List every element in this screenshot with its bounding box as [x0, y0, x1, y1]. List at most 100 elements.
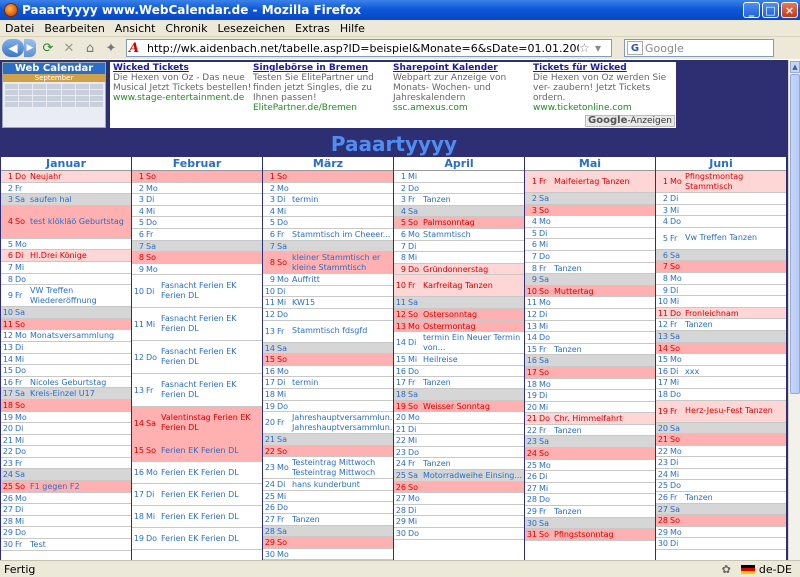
day-row[interactable]: 21 Do Chr. Himmelfahrt — [525, 413, 655, 425]
day-row[interactable]: 9 Fr VW Treffen Wiedereröffnung — [1, 285, 131, 308]
day-events[interactable] — [291, 549, 393, 560]
day-events[interactable] — [291, 171, 393, 182]
day-events[interactable] — [291, 537, 393, 548]
day-events[interactable] — [291, 491, 393, 502]
day-events[interactable] — [29, 423, 131, 434]
day-row[interactable]: 10 Di Fasnacht Ferien EK Ferien DL — [132, 275, 262, 309]
day-row[interactable]: 19 Mo — [1, 412, 131, 424]
day-events[interactable] — [553, 309, 655, 320]
day-row[interactable]: 4 Do — [656, 216, 786, 228]
day-row[interactable]: 17 Fr Tanzen — [394, 377, 524, 389]
day-row[interactable]: 4 Mi — [263, 206, 393, 218]
day-row[interactable]: 23 Fr — [1, 458, 131, 470]
day-row[interactable]: 8 So kleiner Stammtisch er kleine Stammtis… — [263, 252, 393, 275]
day-events[interactable] — [684, 377, 786, 388]
day-row[interactable]: 16 Sa — [525, 355, 655, 367]
day-row[interactable]: 29 So — [263, 537, 393, 549]
day-row[interactable]: 12 So Ostersonntag — [394, 308, 524, 321]
bookmark-star-icon[interactable]: ☆ — [579, 41, 595, 55]
google-ads-label[interactable]: Google-Anzeigen — [585, 115, 675, 127]
day-events[interactable] — [291, 217, 393, 228]
scroll-up-arrow[interactable]: ▲ — [790, 61, 800, 73]
day-row[interactable]: 7 Sa — [132, 240, 262, 253]
day-row[interactable]: 29 Fr Tanzen — [525, 506, 655, 518]
day-row[interactable]: 25 So F1 gegen F2 — [1, 481, 131, 493]
day-row[interactable]: 13 Fr Stammtisch fdsgfd — [263, 321, 393, 343]
day-row[interactable]: 12 Do Fasnacht Ferien EK Ferien DL — [132, 341, 262, 375]
day-row[interactable]: 3 Mi — [656, 205, 786, 217]
day-events[interactable] — [291, 389, 393, 400]
day-row[interactable]: 12 Di — [525, 309, 655, 321]
day-events[interactable]: Muttertag — [553, 286, 655, 297]
day-row[interactable]: 7 Do — [525, 251, 655, 263]
day-events[interactable] — [422, 493, 524, 504]
day-events[interactable] — [29, 239, 131, 250]
day-events[interactable] — [29, 412, 131, 423]
day-row[interactable]: 14 Sa — [263, 342, 393, 355]
day-events[interactable] — [160, 183, 262, 194]
day-events[interactable] — [160, 264, 262, 275]
day-row[interactable]: 23 Sa — [525, 436, 655, 449]
day-row[interactable]: 26 Do — [263, 502, 393, 515]
day-events[interactable] — [684, 434, 786, 445]
day-row[interactable]: 5 Mo — [1, 239, 131, 251]
day-events[interactable] — [684, 354, 786, 365]
day-events[interactable]: Karfreitag Tanzen — [422, 281, 524, 291]
day-row[interactable]: 24 So — [525, 448, 655, 460]
day-events[interactable]: Gründonnerstag — [422, 264, 524, 275]
day-events[interactable] — [291, 434, 393, 445]
day-events[interactable]: Pfingstsonntag — [553, 529, 655, 540]
menu-extras[interactable]: Extras — [290, 22, 335, 35]
day-row[interactable]: 16 Mo Ferien EK Ferien DL — [132, 462, 262, 485]
day-row[interactable]: 13 Fr Fasnacht Ferien EK Ferien DL — [132, 374, 262, 408]
day-events[interactable] — [291, 401, 393, 412]
day-row[interactable]: 4 Mo — [525, 216, 655, 228]
ad-item[interactable]: Sharepoint Kalender Webpart zur Anzeige … — [393, 63, 533, 113]
day-events[interactable] — [684, 193, 786, 204]
day-row[interactable]: 2 Sa — [525, 193, 655, 205]
day-row[interactable]: 27 Sa — [656, 503, 786, 516]
day-events[interactable] — [684, 331, 786, 342]
day-row[interactable]: 1 Mo Pfingstmontag Stammtisch — [656, 171, 786, 193]
day-events[interactable]: Ferien EK Ferien DL — [160, 468, 262, 478]
day-events[interactable]: Pfingstmontag Stammtisch — [684, 172, 786, 192]
day-events[interactable] — [553, 402, 655, 413]
menu-chronik[interactable]: Chronik — [160, 22, 212, 35]
day-events[interactable] — [684, 446, 786, 457]
day-events[interactable] — [29, 516, 131, 527]
day-events[interactable] — [422, 183, 524, 194]
day-events[interactable] — [684, 250, 786, 261]
month-header[interactable]: April — [394, 157, 524, 171]
day-row[interactable]: 14 Di termin Ein Neuer Termin von... — [394, 332, 524, 355]
day-events[interactable]: Monatsversammlung — [29, 330, 131, 341]
day-row[interactable]: 23 Mo Testeintrag Mittwoch Testeintrag Mit… — [263, 457, 393, 480]
maximize-button[interactable]: □ — [762, 2, 779, 18]
day-row[interactable]: 10 Mi — [656, 296, 786, 308]
day-events[interactable] — [553, 436, 655, 447]
day-events[interactable] — [553, 251, 655, 262]
day-events[interactable] — [291, 526, 393, 537]
day-events[interactable] — [553, 239, 655, 250]
menu-ansicht[interactable]: Ansicht — [110, 22, 161, 35]
day-events[interactable] — [29, 504, 131, 515]
day-row[interactable]: 10 So Muttertag — [525, 285, 655, 298]
day-events[interactable] — [553, 297, 655, 308]
day-row[interactable]: 17 Mi — [656, 377, 786, 389]
day-row[interactable]: 7 Sa — [263, 240, 393, 253]
day-row[interactable]: 20 Sa — [656, 422, 786, 435]
day-events[interactable]: Tanzen — [553, 425, 655, 436]
day-events[interactable]: Tanzen — [422, 194, 524, 205]
day-row[interactable]: 2 Fr — [1, 183, 131, 195]
day-events[interactable]: Palmsonntag — [422, 217, 524, 228]
day-row[interactable]: 12 Mo Monatsversammlung — [1, 330, 131, 342]
day-events[interactable] — [160, 194, 262, 205]
day-events[interactable] — [684, 423, 786, 434]
day-row[interactable]: 30 Do — [394, 528, 524, 540]
day-row[interactable]: 22 Fr Tanzen — [525, 425, 655, 437]
day-events[interactable] — [553, 193, 655, 204]
day-events[interactable] — [684, 285, 786, 296]
day-row[interactable]: 5 So Palmsonntag — [394, 217, 524, 229]
day-row[interactable]: 16 Mo — [263, 366, 393, 378]
day-events[interactable]: Tanzen — [553, 263, 655, 274]
day-events[interactable] — [553, 494, 655, 505]
